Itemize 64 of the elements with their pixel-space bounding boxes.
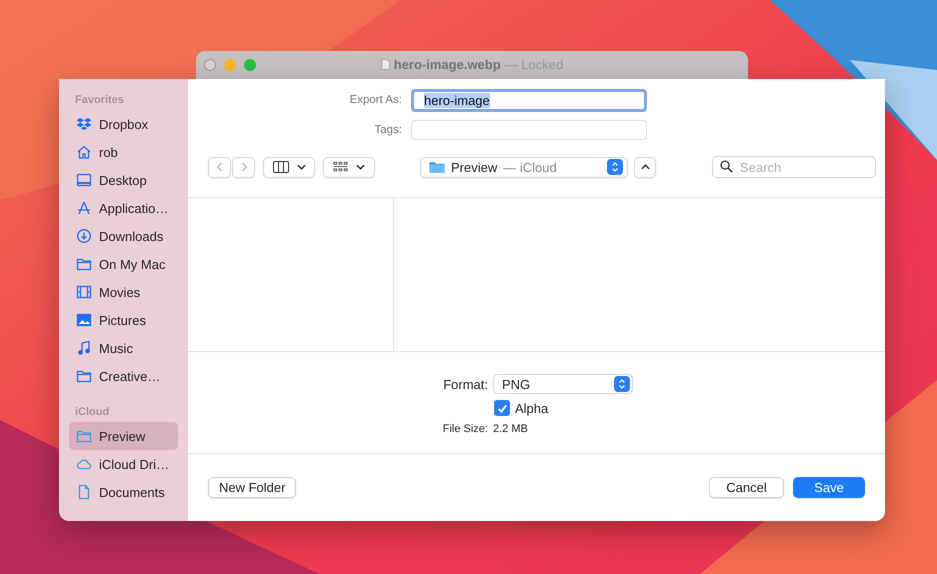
file-size-label: File Size: <box>442 423 488 435</box>
tags-field[interactable] <box>411 120 647 140</box>
sidebar-heading: iCloud <box>74 406 110 420</box>
cancel-button[interactable]: Cancel <box>709 477 784 498</box>
stepper-icon <box>614 376 630 392</box>
sidebar-item[interactable]: Pictures <box>69 306 178 334</box>
expand-button[interactable] <box>634 156 656 178</box>
document-icon <box>76 484 92 500</box>
forward-button[interactable] <box>232 156 255 178</box>
sidebar-item[interactable]: Documents <box>69 478 178 506</box>
chevron-down-icon <box>356 164 365 170</box>
tags-label: Tags: <box>374 124 403 136</box>
export-as-label: Export As: <box>348 94 403 106</box>
columns-icon <box>272 161 288 173</box>
chevron-right-icon <box>240 161 248 173</box>
columns-view-button[interactable] <box>263 156 315 178</box>
folder-icon <box>76 428 92 444</box>
sidebar-item[interactable]: Desktop <box>69 166 178 194</box>
sidebar-item[interactable]: Preview <box>69 422 178 450</box>
new-folder-button[interactable]: New Folder <box>208 477 296 498</box>
location-popup[interactable]: Preview — iCloud <box>420 156 628 178</box>
sidebar-item[interactable]: iCloud Dri… <box>69 450 178 478</box>
search-field[interactable]: Search <box>712 156 876 178</box>
format-label: Format: <box>442 376 488 392</box>
chevron-left-icon <box>216 161 224 173</box>
alpha-label: Alpha <box>515 400 548 416</box>
sidebar-item[interactable]: rob <box>69 138 178 166</box>
stepper-icon <box>607 159 623 175</box>
home-icon <box>76 144 92 160</box>
search-icon <box>720 160 733 173</box>
sidebar-item[interactable]: Movies <box>69 278 178 306</box>
photo-icon <box>76 312 92 328</box>
applications-icon <box>76 200 92 216</box>
chevron-up-icon <box>640 164 650 170</box>
zoom-button[interactable] <box>244 59 256 71</box>
chevron-down-icon <box>296 164 306 170</box>
document-icon <box>380 59 390 70</box>
sidebar-heading: Favorites <box>74 94 125 108</box>
sidebar-item[interactable]: On My Mac <box>69 250 178 278</box>
file-size-value: 2.2 MB <box>493 423 528 435</box>
desktop-icon <box>76 172 92 188</box>
format-popup[interactable]: PNG <box>493 374 633 394</box>
film-icon <box>76 284 92 300</box>
download-icon <box>76 228 92 244</box>
checkmark-icon <box>496 402 508 414</box>
sidebar-item[interactable]: Applicatio… <box>69 194 178 222</box>
back-button[interactable] <box>208 156 231 178</box>
folder-icon <box>76 368 92 384</box>
folder-icon <box>429 160 445 174</box>
sidebar-item[interactable]: Dropbox <box>69 110 178 138</box>
sidebar-item[interactable]: Downloads <box>69 222 178 250</box>
window-title: hero-image.webp <box>394 57 501 72</box>
music-note-icon <box>76 340 92 356</box>
sidebar-item[interactable]: Music <box>69 334 178 362</box>
minimize-button[interactable] <box>224 59 236 71</box>
save-button[interactable]: Save <box>793 477 865 498</box>
sidebar-item[interactable]: Creative… <box>69 362 178 390</box>
folder-icon <box>76 256 92 272</box>
icon-view-button[interactable] <box>323 156 375 178</box>
grid-icon <box>333 161 348 173</box>
alpha-checkbox[interactable] <box>494 400 510 416</box>
close-button[interactable] <box>204 59 216 71</box>
export-as-field[interactable]: hero-image <box>411 88 647 112</box>
dropbox-icon <box>76 116 92 132</box>
